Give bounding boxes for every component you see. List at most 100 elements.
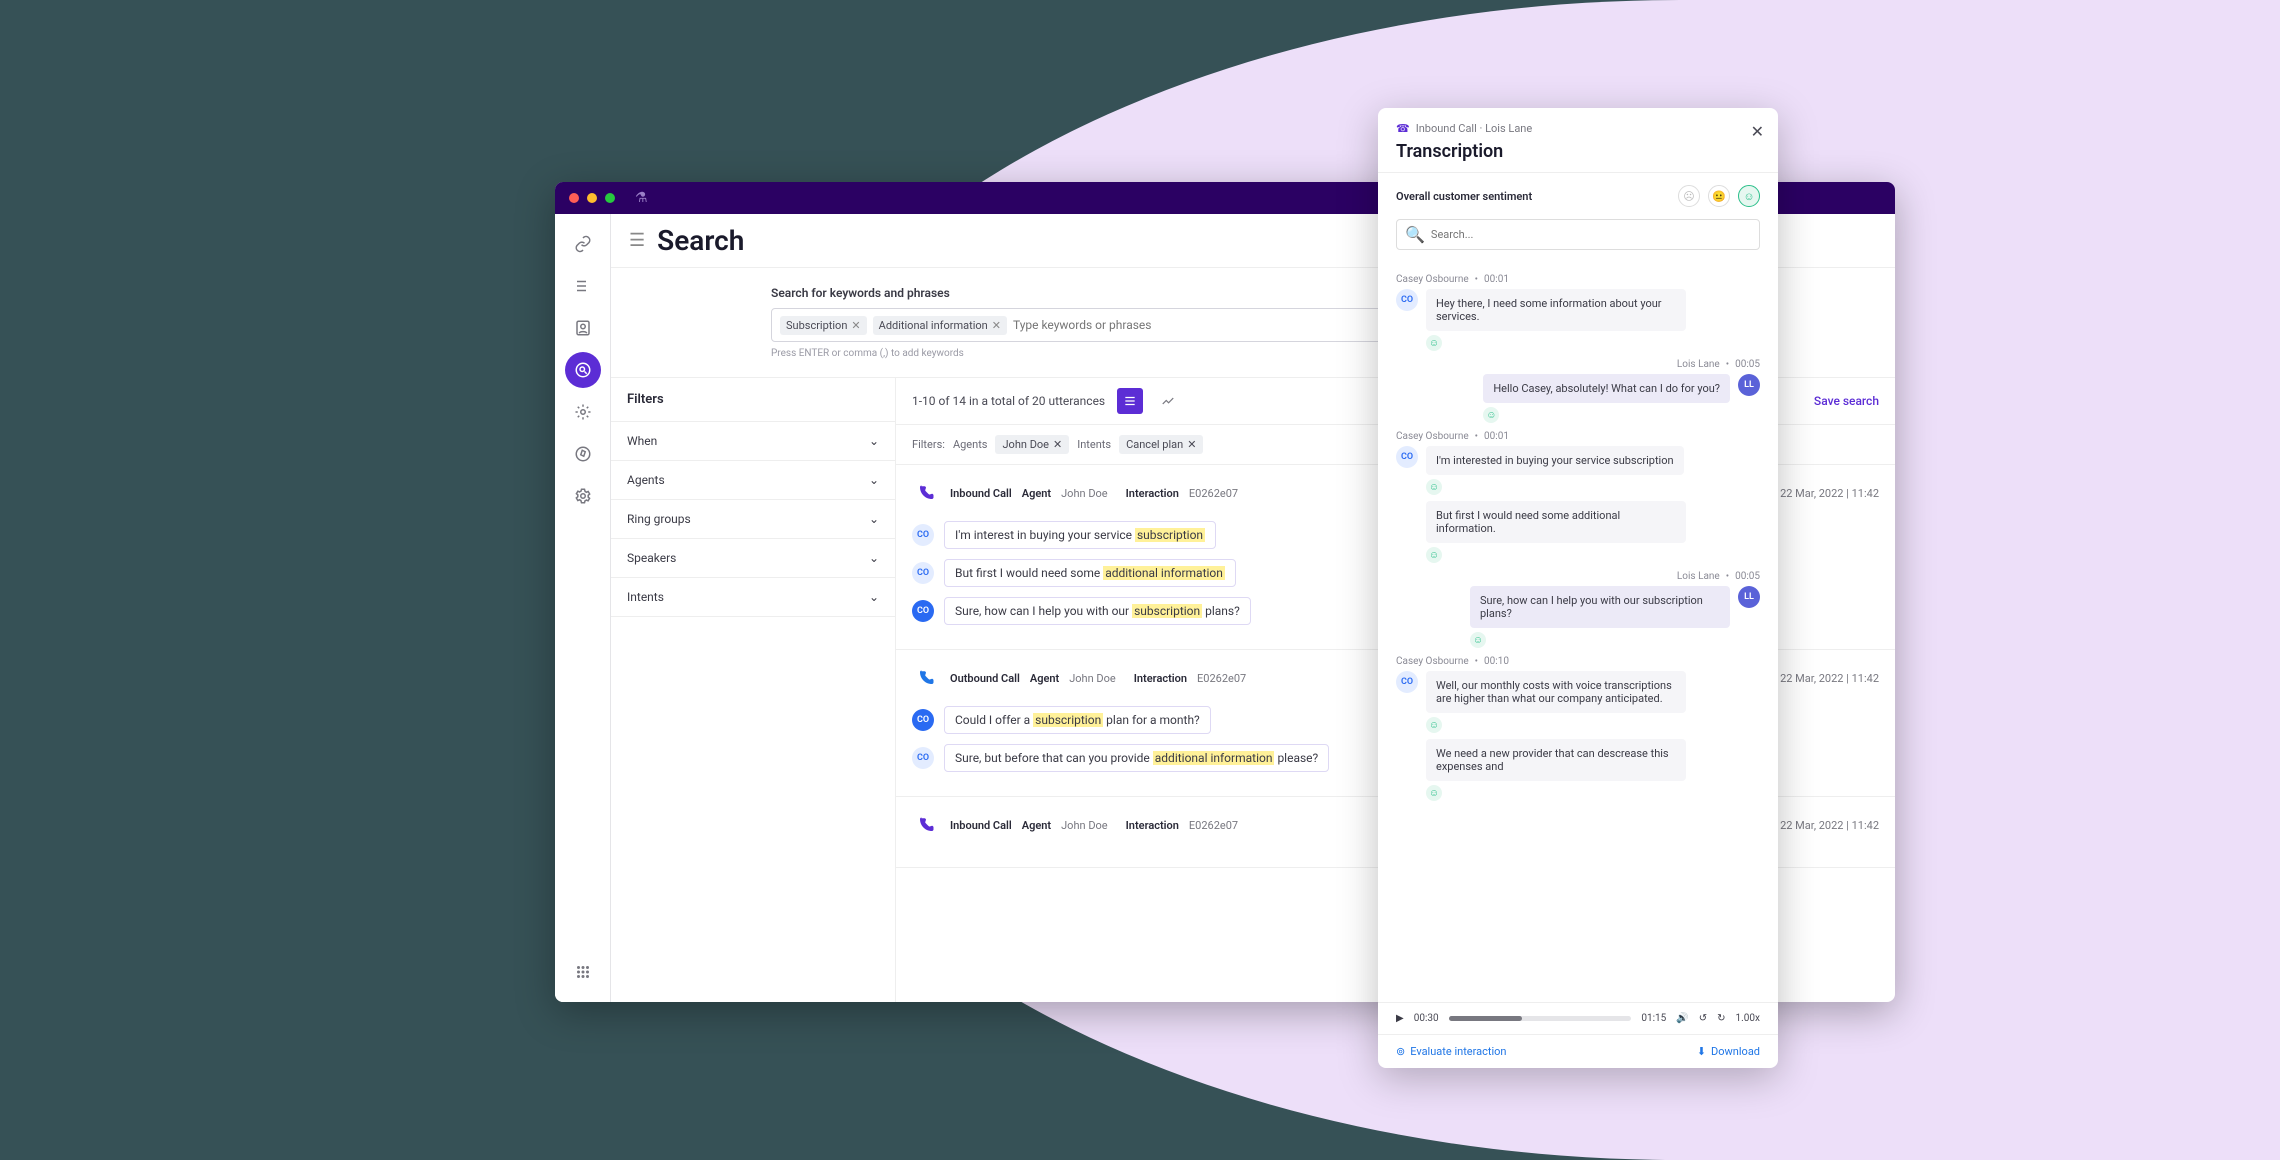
panel-title: Transcription bbox=[1396, 141, 1760, 162]
speaker-avatar: CO bbox=[912, 600, 934, 622]
save-search-link[interactable]: Save search bbox=[1814, 394, 1879, 408]
call-icon bbox=[912, 664, 940, 692]
sentiment-neutral-icon[interactable]: 😐 bbox=[1708, 185, 1730, 207]
utterance-bubble: But first I would need some additional i… bbox=[944, 559, 1236, 587]
player-seek-bar[interactable] bbox=[1449, 1016, 1632, 1021]
player-speed[interactable]: 1.00x bbox=[1736, 1013, 1760, 1024]
search-icon: 🔍 bbox=[1405, 225, 1425, 244]
sentiment-happy-icon: ☺ bbox=[1426, 717, 1442, 733]
transcript-bubble: Hello Casey, absolutely! What can I do f… bbox=[1483, 374, 1730, 403]
sentiment-happy-icon: ☺ bbox=[1426, 479, 1442, 495]
speaker-avatar: CO bbox=[912, 747, 934, 769]
maximize-dot[interactable] bbox=[605, 193, 615, 203]
sidebar bbox=[555, 214, 611, 1002]
transcript-row: But first I would need some additional i… bbox=[1396, 501, 1760, 563]
tag-remove-icon: ✕ bbox=[851, 319, 860, 332]
results-count: 1-10 of 14 in a total of 20 utterances bbox=[912, 394, 1105, 408]
speaker-avatar: CO bbox=[1396, 289, 1418, 311]
sidebar-gear-icon[interactable] bbox=[565, 478, 601, 514]
player-duration: 01:15 bbox=[1641, 1013, 1666, 1024]
sidebar-engine-icon[interactable] bbox=[565, 394, 601, 430]
speaker-avatar: CO bbox=[912, 562, 934, 584]
filter-item[interactable]: When⌄ bbox=[611, 422, 895, 461]
search-tag[interactable]: Subscription✕ bbox=[780, 316, 867, 335]
transcription-panel: ☎ Inbound Call · Lois Lane Transcription… bbox=[1378, 108, 1778, 1068]
chevron-down-icon: ⌄ bbox=[869, 590, 879, 604]
sidebar-search-active-icon[interactable] bbox=[565, 352, 601, 388]
panel-meta: ☎ Inbound Call · Lois Lane bbox=[1396, 122, 1760, 135]
transcript-bubble: We need a new provider that can descreas… bbox=[1426, 739, 1686, 781]
transcript-search-input[interactable] bbox=[1431, 228, 1751, 241]
rewind-icon[interactable]: ↺ bbox=[1699, 1013, 1707, 1024]
sidebar-link-icon[interactable] bbox=[565, 226, 601, 262]
call-icon bbox=[912, 479, 940, 507]
sidebar-compass-icon[interactable] bbox=[565, 436, 601, 472]
call-icon bbox=[912, 811, 940, 839]
sidebar-apps-icon[interactable] bbox=[565, 954, 601, 990]
transcript-row: COWell, our monthly costs with voice tra… bbox=[1396, 671, 1760, 733]
filter-chip[interactable]: Cancel plan✕ bbox=[1119, 435, 1203, 454]
panel-search[interactable]: 🔍 bbox=[1396, 219, 1760, 250]
transcript-body[interactable]: Casey Osbourne•00:01COHey there, I need … bbox=[1378, 260, 1778, 1002]
search-tag[interactable]: Additional information✕ bbox=[873, 316, 1007, 335]
sentiment-sad-icon[interactable]: ☹ bbox=[1678, 185, 1700, 207]
transcript-row: CO I'm interested in buying your service … bbox=[1396, 446, 1760, 495]
menu-toggle-icon[interactable]: ☰ bbox=[629, 230, 645, 251]
sentiment-happy-icon: ☺ bbox=[1426, 785, 1442, 801]
view-list-button[interactable] bbox=[1117, 388, 1143, 414]
close-dot[interactable] bbox=[569, 193, 579, 203]
transcript-bubble: Well, our monthly costs with voice trans… bbox=[1426, 671, 1686, 713]
evaluate-link[interactable]: ⊚Evaluate interaction bbox=[1396, 1045, 1507, 1058]
utterance-bubble: I'm interest in buying your service subs… bbox=[944, 521, 1216, 549]
page-title: Search bbox=[657, 224, 744, 257]
filter-chip[interactable]: John Doe✕ bbox=[995, 435, 1069, 454]
filter-item[interactable]: Speakers⌄ bbox=[611, 539, 895, 578]
chevron-down-icon: ⌄ bbox=[869, 551, 879, 565]
filters-panel: Filters When⌄Agents⌄Ring groups⌄Speakers… bbox=[611, 378, 896, 1002]
panel-footer: ⊚Evaluate interaction ⬇Download bbox=[1378, 1034, 1778, 1068]
sentiment-happy-icon: ☺ bbox=[1470, 632, 1486, 648]
speaker-avatar: CO bbox=[912, 709, 934, 731]
sentiment-happy-icon: ☺ bbox=[1483, 407, 1499, 423]
filter-item[interactable]: Ring groups⌄ bbox=[611, 500, 895, 539]
titlebar-icon: ⚗ bbox=[635, 190, 648, 206]
sentiment-happy-icon: ☺ bbox=[1426, 547, 1442, 563]
sentiment-happy-icon[interactable]: ☺ bbox=[1738, 185, 1760, 207]
target-icon: ⊚ bbox=[1396, 1045, 1405, 1058]
sentiment-happy-icon: ☺ bbox=[1426, 335, 1442, 351]
forward-icon[interactable]: ↻ bbox=[1717, 1013, 1725, 1024]
transcript-row: LL Hello Casey, absolutely! What can I do… bbox=[1396, 374, 1760, 423]
chevron-down-icon: ⌄ bbox=[869, 473, 879, 487]
transcript-bubble: I'm interested in buying your service su… bbox=[1426, 446, 1684, 475]
transcript-bubble: Sure, how can I help you with our subscr… bbox=[1470, 586, 1730, 628]
play-button[interactable]: ▶ bbox=[1396, 1013, 1404, 1024]
transcript-row: LL Sure, how can I help you with our subs… bbox=[1396, 586, 1760, 648]
utterance-bubble: Sure, but before that can you provide ad… bbox=[944, 744, 1329, 772]
speaker-avatar: LL bbox=[1738, 586, 1760, 608]
speaker-avatar: CO bbox=[912, 524, 934, 546]
volume-icon[interactable]: 🔊 bbox=[1676, 1013, 1688, 1024]
download-link[interactable]: ⬇Download bbox=[1697, 1045, 1760, 1058]
sidebar-list-icon[interactable] bbox=[565, 268, 601, 304]
transcript-bubble: But first I would need some additional i… bbox=[1426, 501, 1686, 543]
transcript-bubble: Hey there, I need some information about… bbox=[1426, 289, 1686, 331]
sidebar-contact-icon[interactable] bbox=[565, 310, 601, 346]
speaker-avatar: LL bbox=[1738, 374, 1760, 396]
filter-item[interactable]: Intents⌄ bbox=[611, 578, 895, 617]
speaker-avatar: CO bbox=[1396, 446, 1418, 468]
download-icon: ⬇ bbox=[1697, 1045, 1706, 1058]
chevron-down-icon: ⌄ bbox=[869, 434, 879, 448]
audio-player: ▶ 00:30 01:15 🔊 ↺ ↻ 1.00x bbox=[1378, 1002, 1778, 1034]
tag-remove-icon: ✕ bbox=[992, 319, 1001, 332]
transcript-row: We need a new provider that can descreas… bbox=[1396, 739, 1760, 801]
view-chart-button[interactable] bbox=[1155, 388, 1181, 414]
transcript-row: CO Hey there, I need some information abo… bbox=[1396, 289, 1760, 351]
player-current-time: 00:30 bbox=[1414, 1013, 1439, 1024]
filter-item[interactable]: Agents⌄ bbox=[611, 461, 895, 500]
chevron-down-icon: ⌄ bbox=[869, 512, 879, 526]
inbound-call-icon: ☎ bbox=[1396, 122, 1410, 135]
utterance-bubble: Could I offer a subscription plan for a … bbox=[944, 706, 1211, 734]
minimize-dot[interactable] bbox=[587, 193, 597, 203]
close-icon[interactable]: ✕ bbox=[1751, 122, 1764, 141]
utterance-bubble: Sure, how can I help you with our subscr… bbox=[944, 597, 1251, 625]
